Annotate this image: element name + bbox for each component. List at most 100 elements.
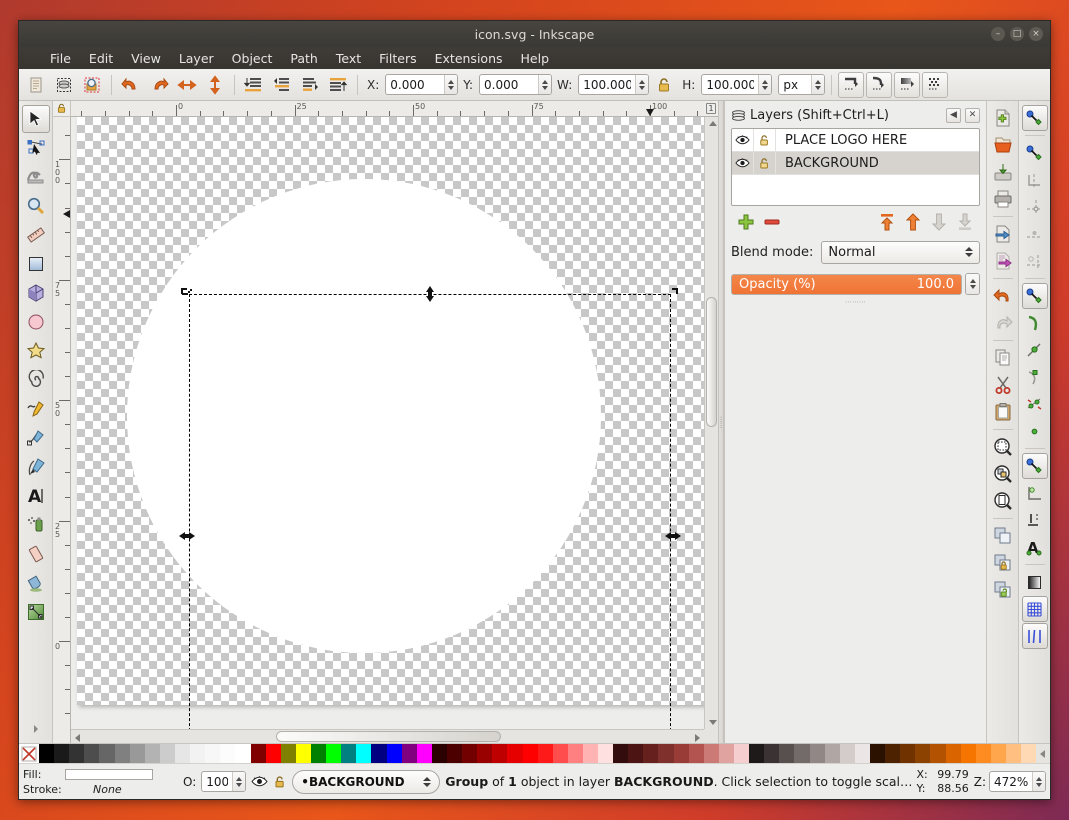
layer-lock-icon[interactable]: [273, 775, 287, 789]
h-input[interactable]: [702, 75, 759, 94]
paste-icon[interactable]: [990, 399, 1016, 425]
palette-swatch[interactable]: [854, 744, 871, 763]
edit-preferences-icon[interactable]: [79, 72, 105, 98]
measure-tool[interactable]: [22, 221, 50, 249]
snap-text-baseline-icon[interactable]: [1022, 507, 1048, 533]
palette-swatch[interactable]: [734, 744, 750, 763]
layer-row-background[interactable]: BACKGROUND: [732, 152, 979, 175]
palette-swatch[interactable]: [326, 744, 342, 763]
palette-swatch[interactable]: [870, 744, 886, 763]
affect-patterns-icon[interactable]: [922, 71, 949, 98]
palette-swatch[interactable]: [749, 744, 765, 763]
rectangle-tool[interactable]: [22, 250, 50, 278]
scroll-right-arrow[interactable]: [695, 734, 700, 742]
menu-item-edit[interactable]: Edit: [80, 49, 122, 68]
snap-paths-icon[interactable]: [1022, 310, 1048, 336]
snap-object-centers-icon[interactable]: [1021, 453, 1048, 479]
redo-icon[interactable]: [990, 310, 1016, 336]
palette-swatch[interactable]: [69, 744, 85, 763]
w-spinner[interactable]: [635, 75, 649, 94]
scroll-up-arrow[interactable]: [709, 121, 717, 126]
menu-item-help[interactable]: Help: [512, 49, 559, 68]
snap-gradient-icon[interactable]: [1022, 569, 1048, 595]
fill-stroke-indicator[interactable]: Fill: Stroke: None: [23, 767, 178, 797]
palette-swatch[interactable]: [628, 744, 644, 763]
blend-mode-select[interactable]: Normal: [821, 240, 980, 264]
add-layer-button[interactable]: [733, 209, 759, 235]
close-button[interactable]: ×: [1029, 27, 1043, 41]
selection-bounding-box[interactable]: [189, 294, 671, 729]
palette-swatches[interactable]: [39, 744, 1037, 763]
save-document-icon[interactable]: [990, 159, 1016, 185]
selection-handle-ne[interactable]: [664, 286, 680, 305]
palette-none-swatch[interactable]: [19, 744, 39, 763]
layer-visibility-icon[interactable]: [251, 775, 268, 788]
palette-swatch[interactable]: [295, 744, 311, 763]
palette-swatch[interactable]: [235, 744, 251, 763]
blend-mode-spinner[interactable]: [965, 247, 973, 257]
lock-wh-ratio-icon[interactable]: [651, 72, 677, 98]
cut-icon[interactable]: [990, 372, 1016, 398]
layer-lock-toggle[interactable]: [754, 152, 776, 174]
snap-midpoints-icon[interactable]: [1022, 418, 1048, 444]
gradient-tool[interactable]: [22, 598, 50, 626]
palette-swatch[interactable]: [341, 744, 357, 763]
palette-swatch[interactable]: [84, 744, 100, 763]
palette-swatch[interactable]: [310, 744, 327, 763]
palette-swatch[interactable]: [371, 744, 387, 763]
layer-lock-toggle[interactable]: [754, 129, 776, 151]
palette-swatch[interactable]: [643, 744, 659, 763]
palette-swatch[interactable]: [446, 744, 463, 763]
palette-swatch[interactable]: [703, 744, 719, 763]
palette-swatch[interactable]: [39, 744, 55, 763]
import-icon[interactable]: [990, 221, 1016, 247]
w-input[interactable]: [579, 75, 636, 94]
palette-swatch[interactable]: [945, 744, 961, 763]
palette-swatch[interactable]: [356, 744, 372, 763]
redo-icon[interactable]: [146, 72, 172, 98]
palette-swatch[interactable]: [129, 744, 145, 763]
palette-swatch[interactable]: [205, 744, 221, 763]
calligraphy-tool[interactable]: [22, 453, 50, 481]
zoom-field[interactable]: [989, 771, 1046, 792]
layers-list[interactable]: PLACE LOGO HERE BACKGROUND: [731, 128, 980, 206]
palette-swatch[interactable]: [190, 744, 206, 763]
snap-guides-icon[interactable]: [1021, 623, 1048, 649]
palette-swatch[interactable]: [915, 744, 931, 763]
affect-gradients-icon[interactable]: [894, 71, 921, 98]
x-field[interactable]: [385, 74, 459, 95]
stroke-value[interactable]: None: [65, 783, 122, 796]
palette-swatch[interactable]: [567, 744, 583, 763]
snap-nodes-icon[interactable]: [1021, 283, 1048, 309]
zoom-tool[interactable]: [22, 192, 50, 220]
palette-swatch[interactable]: [114, 744, 130, 763]
layer-visibility-toggle[interactable]: [732, 129, 754, 151]
snap-smooth-nodes-icon[interactable]: [1022, 391, 1048, 417]
duplicate-icon[interactable]: [990, 523, 1016, 549]
palette-swatch[interactable]: [582, 744, 599, 763]
palette-swatch[interactable]: [507, 744, 523, 763]
snap-to-nodes-icon[interactable]: [1022, 364, 1048, 390]
ruler-corner-lock-icon[interactable]: [53, 101, 71, 117]
palette-swatch[interactable]: [416, 744, 432, 763]
star-tool[interactable]: [22, 337, 50, 365]
selector-tool[interactable]: [21, 105, 50, 133]
snap-bbox-edges-icon[interactable]: [1022, 167, 1048, 193]
palette-swatch[interactable]: [522, 744, 538, 763]
layer-name[interactable]: PLACE LOGO HERE: [776, 133, 907, 148]
palette-swatch[interactable]: [54, 744, 70, 763]
ungroup-icon[interactable]: [990, 577, 1016, 603]
unit-select[interactable]: [778, 74, 826, 95]
h-spinner[interactable]: [758, 75, 772, 94]
open-document-icon[interactable]: [990, 132, 1016, 158]
palette-swatch[interactable]: [688, 744, 704, 763]
undo-icon[interactable]: [990, 283, 1016, 309]
print-document-icon[interactable]: [990, 186, 1016, 212]
box3d-tool[interactable]: [22, 279, 50, 307]
palette-swatch[interactable]: [718, 744, 735, 763]
snap-bounding-box-icon[interactable]: [1022, 140, 1048, 166]
svg-canvas[interactable]: [71, 117, 704, 729]
horizontal-ruler[interactable]: 0255075100125: [71, 101, 704, 117]
dock-footer-grip[interactable]: ⋯⋯⋯: [731, 297, 980, 307]
opacity-input[interactable]: [202, 772, 233, 791]
